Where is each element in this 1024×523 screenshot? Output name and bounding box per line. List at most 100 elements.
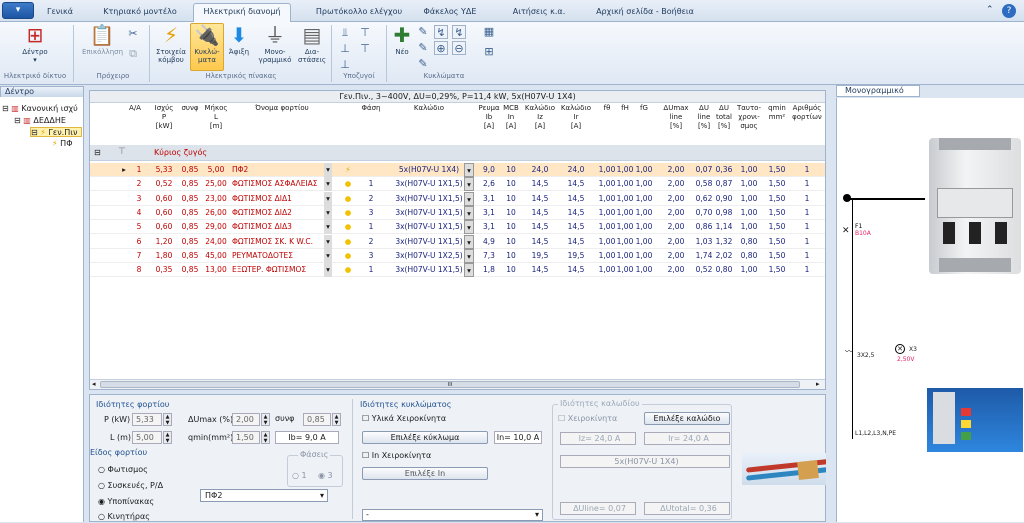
dumax-input[interactable]: 2,00 — [232, 413, 260, 426]
column-header-ib[interactable]: Ρευμα Ib [A] — [478, 104, 500, 142]
select-circuit-button[interactable]: Επιλέξε κύκλωμα — [362, 431, 488, 444]
p-spinner[interactable]: ▲ ▼ — [163, 413, 172, 426]
cable-dropdown-arrow-icon[interactable]: ▾ — [464, 163, 474, 177]
tree-button[interactable]: ⊞ Δέντρο ▾ — [12, 24, 58, 64]
group-row-main-busbar[interactable]: ⊟ ⊤ Κύριος ζυγός — [90, 145, 825, 161]
cell-name[interactable]: ΦΩΤΙΣΜΟΣ ΣΚ. K W.C. — [230, 235, 334, 249]
cell-cable[interactable]: 3x(H07V-U 1X2,5) — [386, 249, 472, 263]
cell-cable[interactable]: 3x(H07V-U 1X1,5) — [386, 263, 472, 277]
circuit-tool-icon[interactable]: ✎ — [416, 25, 430, 39]
kind-lighting-radio[interactable]: ○ Φωτισμος — [98, 463, 148, 476]
scroll-right-icon[interactable]: ▸ — [816, 380, 820, 388]
collapse-icon[interactable]: ⊟ — [94, 148, 101, 157]
circuit-tool-icon[interactable]: ⊖ — [452, 41, 466, 55]
busbar-delete-icon[interactable]: ⊥ — [338, 58, 352, 72]
qmin-spinner[interactable]: ▲ ▼ — [261, 431, 270, 444]
circuits-button[interactable]: 🔌 Κυκλώ-ματα — [190, 23, 224, 71]
cos-input[interactable]: 0,85 — [303, 413, 331, 426]
column-header-dumax[interactable]: ΔUmax line [%] — [658, 104, 694, 142]
kind-motor-radio[interactable]: ○ Κινητήρας — [98, 510, 150, 523]
cell-phase[interactable]: 2 — [356, 192, 386, 206]
cos-spinner[interactable]: ▲ ▼ — [332, 413, 341, 426]
cell-cable[interactable]: 3x(H07V-U 1X1,5) — [386, 177, 472, 191]
cable-dropdown-arrow-icon[interactable]: ▾ — [464, 248, 474, 263]
name-dropdown-arrow-icon[interactable]: ▾ — [324, 263, 332, 278]
cell-name[interactable]: ΦΩΤΙΣΜΟΣ ΑΣΦΑΛΕΙΑΣ — [230, 177, 334, 191]
table-row[interactable]: 6 1,20 0,85 24,00 ΦΩΤΙΣΜΟΣ ΣΚ. K W.C. 2 3x(H07… — [90, 234, 825, 249]
column-header-fth[interactable]: fθ — [598, 104, 616, 142]
column-header-duline[interactable]: ΔU line [%] — [694, 104, 714, 142]
busbar-edit-icon[interactable]: ⊤ — [358, 42, 372, 56]
collapse-icon[interactable]: ⊟ — [2, 104, 9, 113]
phase-1-radio[interactable]: ○ 1 — [292, 469, 307, 482]
column-header-cos[interactable]: συνφ — [178, 104, 202, 142]
tab-electrical-distribution[interactable]: Ηλεκτρική διανομή — [193, 3, 291, 23]
scrollbar-thumb[interactable]: III — [100, 381, 800, 388]
table-row[interactable]: 5 0,60 0,85 29,00 ΦΩΤΙΣΜΟΣ ΔΙΔ3 1 3x(H07V-U 1X… — [90, 220, 825, 235]
column-header-cable[interactable]: Καλώδιο — [386, 104, 472, 142]
node-elements-button[interactable]: ⚡ Στοιχεία κόμβου — [154, 24, 188, 64]
qmin-input[interactable]: 1,50 — [232, 431, 260, 444]
single-line-panel-header[interactable]: Μονογραμμικό — [836, 85, 920, 97]
table-row[interactable]: 7 1,80 0,85 45,00 ΡΕΥΜΑΤΟΔΟΤΕΣ 3 3x(H07V-U 1X2… — [90, 248, 825, 263]
circuit-tool-icon[interactable]: ✎ — [416, 57, 430, 71]
cell-name[interactable]: ΠΦ2 — [230, 163, 334, 177]
single-line-button[interactable]: ⏚ Μονο-γραμμικό — [256, 24, 294, 64]
collapse-ribbon-icon[interactable]: ⌃ — [986, 5, 994, 15]
select-in-button[interactable]: Επιλέξε In — [362, 467, 488, 480]
tree-node-normal-power[interactable]: ⊟ ▥ Κανονική ισχύ — [2, 104, 78, 114]
circuit-tool-icon[interactable]: ⊕ — [434, 41, 448, 55]
column-header-aa[interactable]: Α/Α — [124, 104, 146, 142]
cell-phase[interactable]: 1 — [356, 220, 386, 234]
column-header-count[interactable]: Αριθμός φορτίων — [790, 104, 824, 142]
cell-phase[interactable]: 3 — [356, 206, 386, 220]
tree-node-dedde[interactable]: ⊟ ▥ ΔΕΔΔΗΕ — [14, 116, 66, 126]
cell-name[interactable]: ΦΩΤΙΣΜΟΣ ΔΙΔ1 — [230, 192, 334, 206]
tree-node-sub-panel[interactable]: ⚡ ΠΦ — [52, 139, 72, 149]
arrival-button[interactable]: ⬇ Άφιξη — [226, 24, 252, 56]
cut-icon[interactable]: ✂ — [126, 27, 140, 41]
circuit-tool-icon[interactable]: ✎ — [416, 41, 430, 55]
table-icon[interactable]: ⊞ — [482, 45, 496, 59]
grid-icon[interactable]: ▦ — [482, 25, 496, 39]
copy-icon[interactable]: ⧉ — [126, 47, 140, 61]
cable-manual-checkbox[interactable]: ☐ Χειροκίνητα — [558, 412, 617, 425]
cable-dropdown-arrow-icon[interactable]: ▾ — [464, 263, 474, 278]
cell-cable[interactable]: 3x(H07V-U 1X1,5) — [386, 206, 472, 220]
table-row[interactable]: ▸ 1 5,33 0,85 5,00 ΠΦ2 5x(H07V-U 1X4) 9,0 10 24,0… — [90, 163, 825, 177]
cell-phase[interactable]: 2 — [356, 235, 386, 249]
table-row[interactable]: 3 0,60 0,85 23,00 ΦΩΤΙΣΜΟΣ ΔΙΔ1 2 3x(H07V-U 1X… — [90, 191, 825, 206]
tab-home-help[interactable]: Αρχική σελίδα - Βοήθεια — [590, 4, 700, 22]
cable-dropdown-arrow-icon[interactable]: ▾ — [464, 234, 474, 249]
in-manual-checkbox[interactable]: ☐ In Χειροκίνητα — [362, 449, 431, 462]
tab-yde-folder[interactable]: Φάκελος ΥΔΕ — [418, 4, 482, 22]
name-dropdown-arrow-icon[interactable]: ▾ — [324, 248, 332, 263]
circuit-tool-icon[interactable]: ↯ — [452, 25, 466, 39]
column-header-mcb[interactable]: MCB In [A] — [500, 104, 522, 142]
circuit-tool-icon[interactable]: ↯ — [434, 25, 448, 39]
cell-name[interactable]: ΦΩΤΙΣΜΟΣ ΔΙΔ2 — [230, 206, 334, 220]
cell-cable[interactable]: 5x(H07V-U 1X4) — [386, 163, 472, 177]
collapse-icon[interactable]: ⊟ — [31, 128, 38, 137]
cell-phase[interactable]: 1 — [356, 263, 386, 277]
manual-materials-checkbox[interactable]: ☐ Υλικά Χειροκίνητα — [362, 412, 446, 425]
phase-3-radio[interactable]: ◉ 3 — [318, 469, 333, 482]
cell-phase[interactable] — [356, 163, 386, 177]
cell-phase[interactable]: 1 — [356, 177, 386, 191]
circuit-bottom-select[interactable]: - ▾ — [362, 509, 543, 521]
tab-test-protocol[interactable]: Πρωτόκολλο ελέγχου — [310, 4, 408, 22]
cell-name[interactable]: ΡΕΥΜΑΤΟΔΟΤΕΣ — [230, 249, 334, 263]
paste-button[interactable]: 📋 Επικόλληση — [82, 24, 123, 56]
column-header-simul[interactable]: Ταυτο-χρονι-σμος — [734, 104, 764, 142]
cell-name[interactable]: ΕΞΩΤΕΡ. ΦΩΤΙΣΜΟΣ — [230, 263, 334, 277]
horizontal-scrollbar[interactable]: ◂ III ▸ — [90, 379, 825, 389]
kind-devices-radio[interactable]: ○ Συσκευές, Ρ/Δ — [98, 479, 163, 492]
column-header-name[interactable]: Όνομα φορτίου — [230, 104, 334, 142]
tree-node-main-panel[interactable]: ⊟ ⚡ Γεν.Πιν — [30, 127, 83, 137]
p-input[interactable]: 5,33 — [132, 413, 162, 426]
cell-cable[interactable]: 3x(H07V-U 1X1,5) — [386, 220, 472, 234]
column-header-fg[interactable]: fG — [634, 104, 654, 142]
cable-dropdown-arrow-icon[interactable]: ▾ — [464, 220, 474, 235]
collapse-icon[interactable]: ⊟ — [14, 116, 21, 125]
new-circuit-button[interactable]: ✚ Νέο — [391, 24, 413, 56]
